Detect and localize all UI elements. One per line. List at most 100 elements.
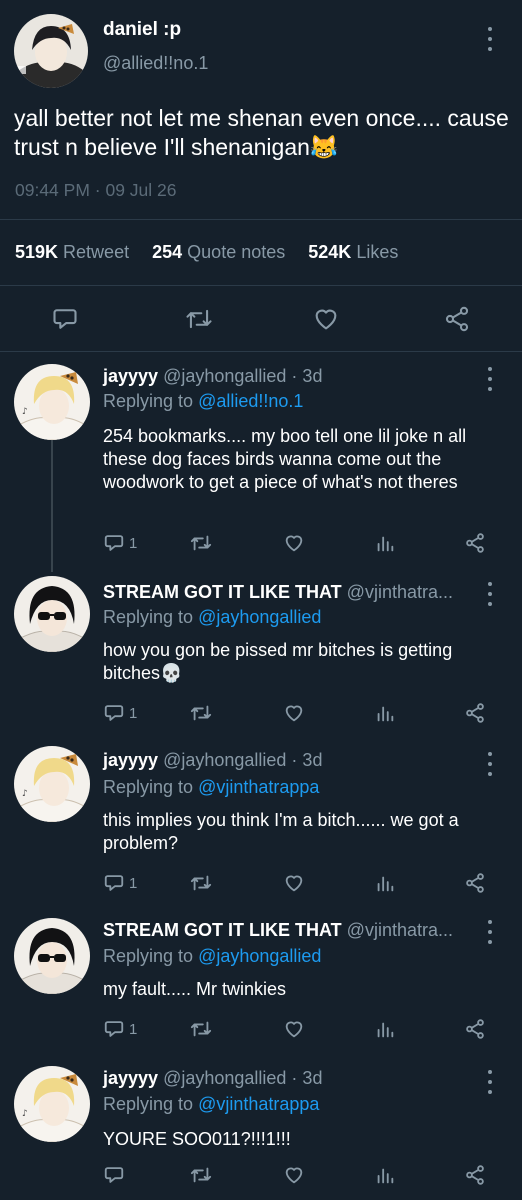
display-name[interactable]: jayyyy xyxy=(103,750,158,770)
reply-tweet[interactable]: STREAM GOT IT LIKE THAT @vjinthatra... R… xyxy=(0,914,522,1064)
reply-button[interactable]: 1 xyxy=(103,872,137,894)
retweet-button[interactable] xyxy=(184,305,214,333)
handle-and-time: @jayhongallied · 3d xyxy=(163,750,323,770)
replying-prefix: Replying to xyxy=(103,777,194,797)
share-button[interactable] xyxy=(464,872,486,894)
share-icon xyxy=(466,703,484,723)
reply-avatar[interactable]: ♪ xyxy=(14,1066,90,1142)
reply-body: how you gon be pissed mr bitches is gett… xyxy=(103,640,453,683)
reply-button[interactable] xyxy=(103,1164,125,1186)
retweet-button[interactable] xyxy=(189,1018,213,1040)
laughing-cat-emoji: 😹 xyxy=(309,134,339,160)
retweet-icon xyxy=(190,705,212,721)
display-name[interactable]: jayyyy xyxy=(103,1068,158,1088)
reply-text: YOURE SOO011?!!!1!!! xyxy=(103,1129,291,1149)
more-vertical-icon[interactable] xyxy=(486,752,494,776)
tweet-timestamp: 09:44 PM · 09 Jul 26 xyxy=(15,180,177,200)
reply-avatar[interactable] xyxy=(14,918,90,994)
reply-tweet[interactable]: ♪ jayyyy @jayhongallied · 3d Replying to… xyxy=(0,744,522,914)
replying-to: Replying to @allied!!no.1 xyxy=(103,391,303,412)
replying-prefix: Replying to xyxy=(103,946,194,966)
heart-icon xyxy=(285,535,303,552)
svg-text:♪: ♪ xyxy=(22,789,28,799)
share-button[interactable] xyxy=(464,1018,486,1040)
more-vertical-icon[interactable] xyxy=(486,27,494,51)
reply-text: this implies you think I'm a bitch......… xyxy=(103,810,459,853)
divider xyxy=(0,219,522,220)
author-avatar[interactable] xyxy=(14,14,88,88)
reply-avatar[interactable]: ♪ xyxy=(14,364,90,440)
display-name[interactable]: jayyyy xyxy=(103,366,158,386)
mention-link[interactable]: @allied!!no.1 xyxy=(198,391,303,411)
share-button[interactable] xyxy=(464,532,486,554)
share-button[interactable] xyxy=(464,1164,486,1186)
tweet-stats: 519K Retweet 254 Quote notes 524K Likes xyxy=(15,242,398,263)
analytics-button[interactable] xyxy=(374,532,396,554)
share-button[interactable] xyxy=(443,305,471,333)
quote-label[interactable]: Quote notes xyxy=(187,242,285,262)
like-button[interactable] xyxy=(312,305,340,333)
handle-and-time: @jayhongallied · 3d xyxy=(163,366,323,386)
like-button[interactable] xyxy=(283,702,305,724)
reply-icon xyxy=(104,875,124,891)
reply-icon xyxy=(104,705,124,721)
reply-author[interactable]: STREAM GOT IT LIKE THAT @vjinthatra... xyxy=(103,582,453,603)
retweet-button[interactable] xyxy=(189,702,213,724)
retweet-icon xyxy=(190,1021,212,1037)
display-name[interactable]: STREAM GOT IT LIKE THAT xyxy=(103,582,342,602)
like-button[interactable] xyxy=(283,532,305,554)
reply-button[interactable]: 1 xyxy=(103,1018,137,1040)
heart-icon xyxy=(285,875,303,892)
reply-avatar[interactable]: ♪ xyxy=(14,746,90,822)
analytics-button[interactable] xyxy=(374,872,396,894)
mention-link[interactable]: @jayhongallied xyxy=(198,607,321,627)
quote-count[interactable]: 254 xyxy=(152,242,182,262)
more-vertical-icon[interactable] xyxy=(486,1070,494,1094)
analytics-button[interactable] xyxy=(374,1018,396,1040)
share-icon xyxy=(466,1165,484,1185)
reply-author[interactable]: jayyyy @jayhongallied · 3d xyxy=(103,1068,322,1089)
retweet-button[interactable] xyxy=(189,532,213,554)
analytics-button[interactable] xyxy=(374,702,396,724)
mention-link[interactable]: @jayhongallied xyxy=(198,946,321,966)
analytics-button[interactable] xyxy=(374,1164,396,1186)
reply-text: 254 bookmarks.... my boo tell one lil jo… xyxy=(103,426,467,492)
reply-author[interactable]: STREAM GOT IT LIKE THAT @vjinthatra... xyxy=(103,920,453,941)
retweet-label[interactable]: Retweet xyxy=(63,242,129,262)
reply-avatar[interactable] xyxy=(14,576,90,652)
reply-count: 1 xyxy=(129,874,138,892)
like-button[interactable] xyxy=(283,1018,305,1040)
reply-author[interactable]: jayyyy @jayhongallied · 3d xyxy=(103,750,322,771)
mention-link[interactable]: @vjinthatrappa xyxy=(198,777,319,797)
like-label[interactable]: Likes xyxy=(356,242,398,262)
share-icon xyxy=(466,1019,484,1039)
mention-link[interactable]: @vjinthatrappa xyxy=(198,1094,319,1114)
reply-tweet[interactable]: STREAM GOT IT LIKE THAT @vjinthatra... R… xyxy=(0,572,522,744)
reply-tweet[interactable]: ♪ jayyyy @jayhongallied · 3d Replying to… xyxy=(0,352,522,572)
more-vertical-icon[interactable] xyxy=(486,920,494,944)
replying-to: Replying to @vjinthatrappa xyxy=(103,777,319,798)
more-vertical-icon[interactable] xyxy=(486,582,494,606)
retweet-button[interactable] xyxy=(189,872,213,894)
reply-icon xyxy=(104,535,124,551)
replying-to: Replying to @jayhongallied xyxy=(103,607,321,628)
tweet-text: yall better not let me shenan even once.… xyxy=(14,104,510,162)
reply-button[interactable]: 1 xyxy=(103,532,137,554)
display-name[interactable]: STREAM GOT IT LIKE THAT xyxy=(103,920,342,940)
reply-author[interactable]: jayyyy @jayhongallied · 3d xyxy=(103,366,322,387)
retweet-count[interactable]: 519K xyxy=(15,242,58,262)
author-handle[interactable]: @allied!!no.1 xyxy=(103,53,208,74)
reply-button[interactable]: 1 xyxy=(103,702,137,724)
like-button[interactable] xyxy=(283,872,305,894)
reply-tweet[interactable]: ♪ jayyyy @jayhongallied · 3d Replying to… xyxy=(0,1064,522,1200)
replying-to: Replying to @vjinthatrappa xyxy=(103,1094,319,1115)
more-vertical-icon[interactable] xyxy=(486,367,494,391)
author-display-name[interactable]: daniel :p xyxy=(103,19,181,41)
analytics-icon xyxy=(377,876,394,892)
reply-text: how you gon be pissed mr bitches is gett… xyxy=(103,639,503,685)
like-count[interactable]: 524K xyxy=(308,242,351,262)
like-button[interactable] xyxy=(283,1164,305,1186)
reply-button[interactable] xyxy=(51,305,79,333)
share-button[interactable] xyxy=(464,702,486,724)
retweet-button[interactable] xyxy=(189,1164,213,1186)
